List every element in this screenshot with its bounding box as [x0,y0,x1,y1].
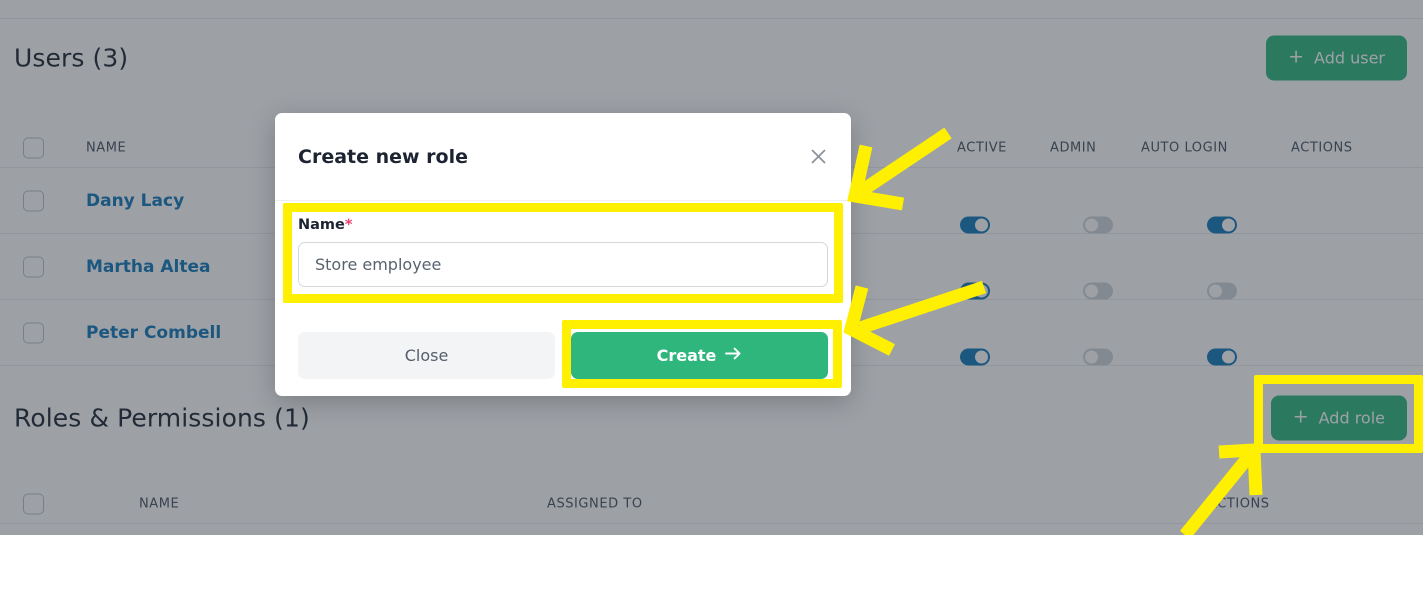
dialog-header: Create new role [275,113,851,201]
create-button-label: Create [656,345,717,365]
required-asterisk: * [344,217,353,233]
create-new-role-dialog: Create new role Name* Close Create [275,113,851,396]
role-name-input[interactable] [298,242,828,287]
name-field-label: Name* [298,217,828,233]
name-label-text: Name [298,217,345,233]
dialog-footer: Close Create [275,314,851,396]
close-icon[interactable] [805,144,831,170]
arrow-right-icon [725,346,742,365]
close-button[interactable]: Close [298,331,555,379]
dialog-body: Name* [275,201,851,311]
create-button[interactable]: Create [571,331,828,379]
close-button-label: Close [404,345,449,365]
dialog-title: Create new role [298,145,469,168]
